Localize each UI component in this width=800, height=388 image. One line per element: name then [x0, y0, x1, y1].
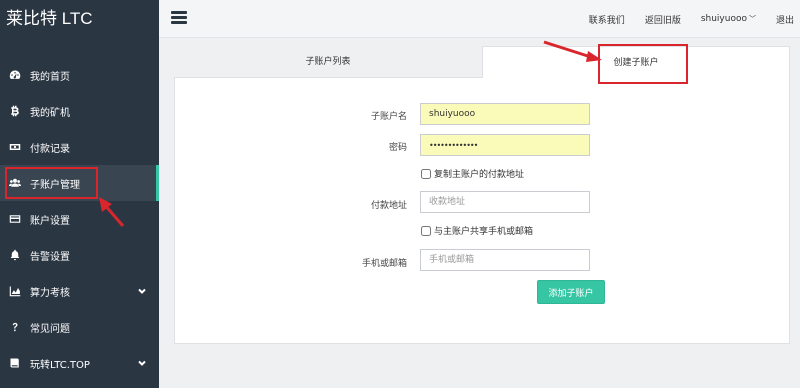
contact-us-link[interactable]: 联系我们: [589, 13, 625, 26]
user-menu[interactable]: shuiyuooo ﹀: [701, 14, 756, 24]
chevron-down-icon[interactable]: [137, 358, 147, 368]
contact-label: 手机或邮箱: [361, 259, 407, 269]
sidebar-item-faq[interactable]: 常见问题: [0, 309, 159, 345]
sidebar-nav: 我的首页 我的矿机 付款记录 子账户管理 账户设置 告警设置 算力考核 常见问题…: [0, 57, 159, 381]
sidebar-item-miners[interactable]: 我的矿机: [0, 93, 159, 129]
sidebar-item-subaccounts[interactable]: 子账户管理: [0, 165, 159, 201]
payment-address-label: 付款地址: [370, 201, 407, 211]
logout-link[interactable]: 退出: [776, 13, 794, 26]
copy-address-checkbox-row[interactable]: 复制主账户的付款地址: [421, 167, 524, 180]
sidebar-item-label: 常见问题: [30, 323, 70, 335]
sidebar-item-account-settings[interactable]: 账户设置: [0, 201, 159, 237]
create-subaccount-panel: 子账户名 密码 复制主账户的付款地址 付款地址 与主账户共享手机或邮箱 手机或邮…: [174, 78, 790, 344]
subaccount-name-input[interactable]: [420, 103, 590, 125]
area-chart-icon: [8, 284, 22, 298]
sidebar-item-label: 子账户管理: [30, 179, 80, 191]
contact-input[interactable]: [420, 249, 590, 271]
username: shuiyuooo: [700, 14, 747, 24]
menu-toggle-icon[interactable]: [171, 11, 187, 25]
tab-create-subaccount[interactable]: 创建子账户: [482, 46, 790, 78]
sidebar-item-guide[interactable]: 玩转LTC.TOP: [0, 345, 159, 381]
top-header: 联系我们 返回旧版 shuiyuooo ﹀ 退出: [159, 0, 800, 38]
tab-subaccount-list[interactable]: 子账户列表: [174, 46, 482, 78]
sidebar-item-hashrate[interactable]: 算力考核: [0, 273, 159, 309]
sidebar-item-label: 告警设置: [30, 251, 70, 263]
sidebar-item-label: 付款记录: [30, 143, 70, 155]
money-icon: [8, 140, 22, 154]
users-icon: [8, 176, 22, 190]
sidebar-item-label: 我的矿机: [30, 107, 70, 119]
header-links: 联系我们 返回旧版 shuiyuooo ﹀ 退出: [589, 0, 800, 38]
subaccount-name-label: 子账户名: [370, 112, 407, 122]
chevron-down-icon[interactable]: [137, 286, 147, 296]
brand-logo[interactable]: 莱比特 LTC: [0, 0, 159, 38]
add-subaccount-button[interactable]: 添加子账户: [537, 280, 605, 304]
credit-card-icon: [8, 212, 22, 226]
payment-address-input[interactable]: [420, 191, 590, 213]
dashboard-icon: [8, 68, 22, 82]
share-contact-checkbox-row[interactable]: 与主账户共享手机或邮箱: [421, 224, 533, 237]
sidebar-item-home[interactable]: 我的首页: [0, 57, 159, 93]
sidebar-item-label: 我的首页: [30, 71, 70, 83]
password-label: 密码: [388, 143, 407, 153]
password-input[interactable]: [420, 134, 590, 156]
sidebar-item-label: 算力考核: [30, 287, 70, 299]
sidebar-item-alerts[interactable]: 告警设置: [0, 237, 159, 273]
bell-icon: [8, 248, 22, 262]
bitcoin-icon: [8, 104, 22, 118]
sidebar-item-label: 玩转LTC.TOP: [30, 359, 90, 371]
share-contact-checkbox[interactable]: [421, 225, 431, 236]
question-icon: [8, 320, 22, 334]
sidebar-item-label: 账户设置: [30, 215, 70, 227]
sidebar-item-payments[interactable]: 付款记录: [0, 129, 159, 165]
book-icon: [8, 356, 22, 370]
chevron-down-icon: ﹀: [748, 15, 756, 23]
old-version-link[interactable]: 返回旧版: [645, 13, 681, 26]
copy-address-label: 复制主账户的付款地址: [434, 170, 525, 180]
copy-address-checkbox[interactable]: [421, 168, 431, 179]
share-contact-label: 与主账户共享手机或邮箱: [434, 227, 534, 237]
sidebar: 莱比特 LTC 我的首页 我的矿机 付款记录 子账户管理 账户设置 告警设置 算…: [0, 0, 159, 388]
subaccount-tabs: 子账户列表 创建子账户: [174, 46, 790, 78]
